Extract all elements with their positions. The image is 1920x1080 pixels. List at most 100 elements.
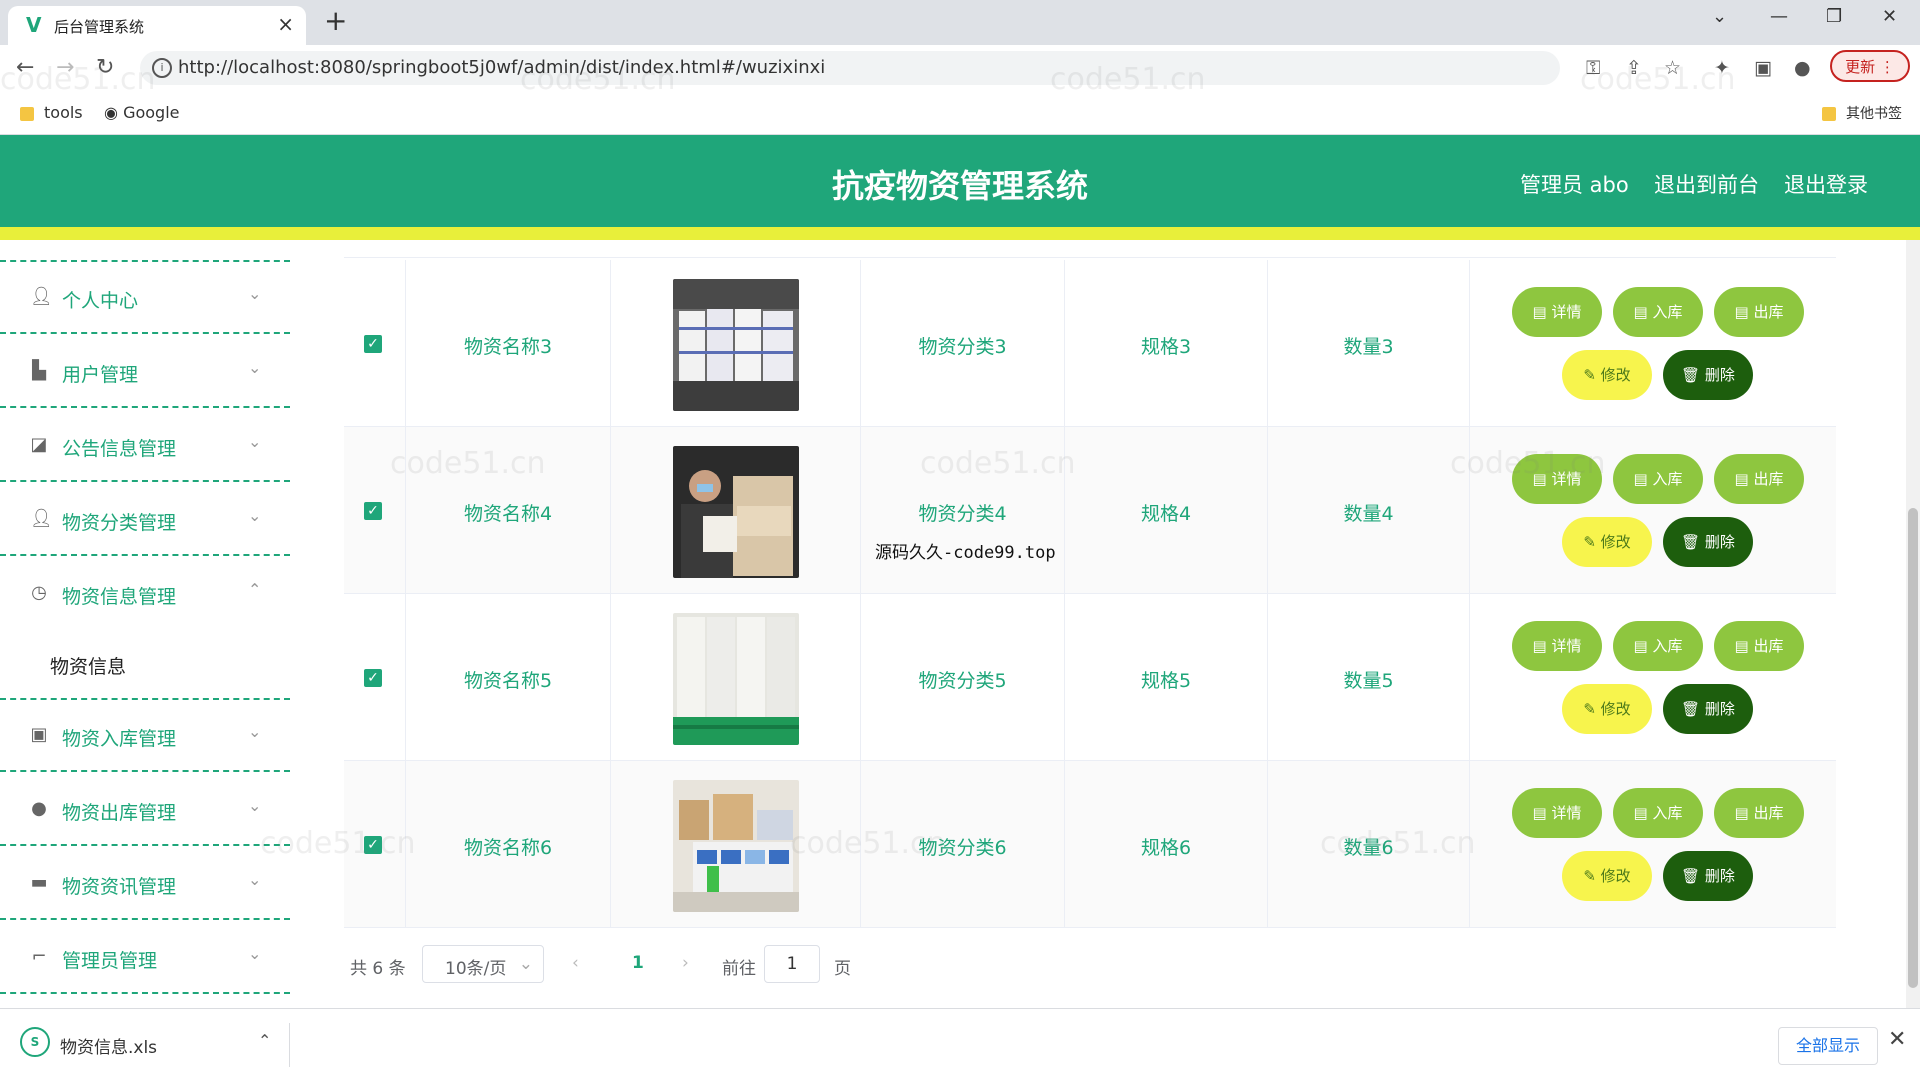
spreadsheet-file-icon: S bbox=[20, 1027, 50, 1057]
detail-label: 详情 bbox=[1551, 804, 1582, 822]
spec-cell: 规格5 bbox=[1065, 594, 1268, 761]
key-icon[interactable]: ⚿ bbox=[1586, 57, 1600, 79]
detail-button[interactable]: ▤ 详情 bbox=[1512, 454, 1602, 504]
update-button[interactable]: 更新 ⋮ bbox=[1830, 50, 1910, 82]
clipboard-icon: ▣ bbox=[30, 724, 48, 745]
vue-favicon-icon: V bbox=[26, 13, 42, 37]
restore-icon[interactable]: ❐ bbox=[1826, 6, 1842, 27]
stock-out-button[interactable]: ▤ 出库 bbox=[1714, 454, 1804, 504]
bookmark-google[interactable]: ◉ Google bbox=[104, 103, 179, 122]
delete-button[interactable]: 🗑︎ 删除 bbox=[1663, 851, 1753, 901]
stock-out-button[interactable]: ▤ 出库 bbox=[1714, 621, 1804, 671]
category-cell: 物资分类5 bbox=[861, 594, 1065, 761]
sidebar-item-user-management[interactable]: ▙ 用户管理 ⌄ bbox=[0, 336, 290, 408]
page-size-value: 10条/页 bbox=[445, 959, 507, 979]
material-image bbox=[673, 613, 799, 745]
sidebar-item-label: 公告信息管理 bbox=[62, 438, 177, 460]
new-tab-icon[interactable]: + bbox=[324, 6, 347, 36]
sidebar-item-material-info-management[interactable]: ◷ 物资信息管理 ⌃ bbox=[0, 558, 290, 630]
stock-in-button[interactable]: ▤ 入库 bbox=[1613, 454, 1703, 504]
row-checkbox[interactable]: ✓ bbox=[364, 502, 382, 520]
minimize-icon[interactable]: — bbox=[1770, 6, 1788, 27]
sidebar-item-notice-management[interactable]: ◪ 公告信息管理 ⌄ bbox=[0, 410, 290, 482]
forward-icon[interactable]: → bbox=[56, 55, 74, 80]
prev-page-icon[interactable]: ‹ bbox=[572, 953, 579, 973]
material-spec: 规格6 bbox=[1140, 837, 1192, 859]
extensions-icon[interactable]: ✦ bbox=[1714, 57, 1730, 79]
stock-in-button[interactable]: ▤ 入库 bbox=[1613, 287, 1703, 337]
other-bookmarks[interactable]: 其他书签 bbox=[1822, 103, 1902, 123]
material-name: 物资名称3 bbox=[463, 336, 553, 358]
chevron-down-icon[interactable]: ⌄ bbox=[1712, 6, 1727, 27]
sidebar-subitem-material-info[interactable]: 物资信息 bbox=[0, 630, 290, 700]
stock-out-label: 出库 bbox=[1753, 804, 1784, 822]
bookmark-tools[interactable]: tools bbox=[20, 103, 83, 122]
show-all-downloads-button[interactable]: 全部显示 bbox=[1778, 1027, 1878, 1065]
row-checkbox[interactable]: ✓ bbox=[364, 669, 382, 687]
chevron-up-icon: ⌃ bbox=[248, 580, 262, 599]
stock-out-label: 出库 bbox=[1753, 470, 1784, 488]
edit-button[interactable]: ✎ 修改 bbox=[1562, 517, 1652, 567]
chevron-down-icon: ⌄ bbox=[248, 944, 262, 963]
detail-button[interactable]: ▤ 详情 bbox=[1512, 788, 1602, 838]
sidebar-item-category-management[interactable]: 👤︎ 物资分类管理 ⌄ bbox=[0, 484, 290, 556]
page-size-select[interactable]: 10条/页 ⌄ bbox=[422, 945, 544, 983]
download-item[interactable]: S 物资信息.xls ⌃ bbox=[16, 1023, 290, 1067]
stock-out-button[interactable]: ▤ 出库 bbox=[1714, 788, 1804, 838]
image-cell bbox=[611, 761, 861, 928]
exit-to-front-link[interactable]: 退出到前台 bbox=[1654, 169, 1759, 199]
sidebar-item-label: 物资信息管理 bbox=[62, 586, 177, 608]
delete-button[interactable]: 🗑︎ 删除 bbox=[1663, 350, 1753, 400]
sidebar-item-news-management[interactable]: ▬ 物资资讯管理 ⌄ bbox=[0, 848, 290, 920]
back-icon[interactable]: ← bbox=[16, 55, 34, 80]
logout-link[interactable]: 退出登录 bbox=[1784, 169, 1868, 199]
chevron-up-icon[interactable]: ⌃ bbox=[258, 1031, 271, 1050]
sidebar-item-stock-out-management[interactable]: ● 物资出库管理 ⌄ bbox=[0, 774, 290, 846]
main-content: ✓ 物资名称3 物资分类3 规格3 数量3 ▤ 详情 ▤ 入库 ▤ 出库 ✎ 修… bbox=[290, 240, 1920, 1008]
edit-button[interactable]: ✎ 修改 bbox=[1562, 684, 1652, 734]
stock-in-button[interactable]: ▤ 入库 bbox=[1613, 621, 1703, 671]
edit-label: 修改 bbox=[1600, 366, 1631, 384]
sidebar-item-admin-management[interactable]: ⌐ 管理员管理 ⌄ bbox=[0, 922, 290, 994]
delete-button[interactable]: 🗑︎ 删除 bbox=[1663, 517, 1753, 567]
stock-out-label: 出库 bbox=[1753, 303, 1784, 321]
sidebar-item-stock-in-management[interactable]: ▣ 物资入库管理 ⌄ bbox=[0, 700, 290, 772]
name-cell: 物资名称4 bbox=[406, 427, 611, 594]
next-page-icon[interactable]: › bbox=[682, 953, 689, 973]
scrollbar-thumb[interactable] bbox=[1908, 508, 1918, 988]
reload-icon[interactable]: ↻ bbox=[96, 55, 114, 80]
source-notice: 源码久久-code99.top bbox=[875, 543, 1056, 563]
actions-cell: ▤ 详情 ▤ 入库 ▤ 出库 ✎ 修改 🗑︎ 删除 bbox=[1470, 594, 1836, 761]
sidepanel-icon[interactable]: ▣ bbox=[1754, 57, 1772, 79]
star-icon[interactable]: ☆ bbox=[1664, 57, 1681, 79]
download-bar: S 物资信息.xls ⌃ 全部显示 ✕ bbox=[0, 1008, 1920, 1080]
stock-in-button[interactable]: ▤ 入库 bbox=[1613, 788, 1703, 838]
edit-button[interactable]: ✎ 修改 bbox=[1562, 350, 1652, 400]
delete-button[interactable]: 🗑︎ 删除 bbox=[1663, 684, 1753, 734]
chevron-down-icon: ⌄ bbox=[248, 870, 262, 889]
url-field[interactable]: i http://localhost:8080/springboot5j0wf/… bbox=[140, 51, 1560, 85]
pagination-total: 共 6 条 bbox=[350, 959, 406, 979]
sidebar-subitem-label: 物资信息 bbox=[50, 656, 127, 678]
page-number-current[interactable]: 1 bbox=[632, 953, 644, 973]
close-tab-icon[interactable]: × bbox=[277, 12, 294, 36]
row-checkbox[interactable]: ✓ bbox=[364, 335, 382, 353]
detail-button[interactable]: ▤ 详情 bbox=[1512, 621, 1602, 671]
close-download-bar-icon[interactable]: ✕ bbox=[1888, 1027, 1906, 1052]
scrollbar[interactable] bbox=[1906, 240, 1920, 1008]
app-header: 抗疫物资管理系统 管理员 abo 退出到前台 退出登录 bbox=[0, 135, 1920, 227]
row-checkbox[interactable]: ✓ bbox=[364, 836, 382, 854]
stock-out-button[interactable]: ▤ 出库 bbox=[1714, 287, 1804, 337]
info-icon[interactable]: i bbox=[152, 58, 172, 78]
share-icon[interactable]: ⇪ bbox=[1626, 57, 1642, 79]
update-label: 更新 bbox=[1845, 58, 1876, 76]
material-spec: 规格3 bbox=[1140, 336, 1192, 358]
profile-icon[interactable]: ● bbox=[1794, 57, 1811, 79]
stock-out-label: 出库 bbox=[1753, 637, 1784, 655]
goto-page-input[interactable]: 1 bbox=[764, 945, 820, 983]
detail-button[interactable]: ▤ 详情 bbox=[1512, 287, 1602, 337]
browser-tab[interactable]: V 后台管理系统 × bbox=[8, 6, 306, 45]
close-window-icon[interactable]: ✕ bbox=[1882, 6, 1897, 27]
edit-button[interactable]: ✎ 修改 bbox=[1562, 851, 1652, 901]
sidebar-item-personal-center[interactable]: 👤︎ 个人中心 ⌄ bbox=[0, 262, 290, 334]
